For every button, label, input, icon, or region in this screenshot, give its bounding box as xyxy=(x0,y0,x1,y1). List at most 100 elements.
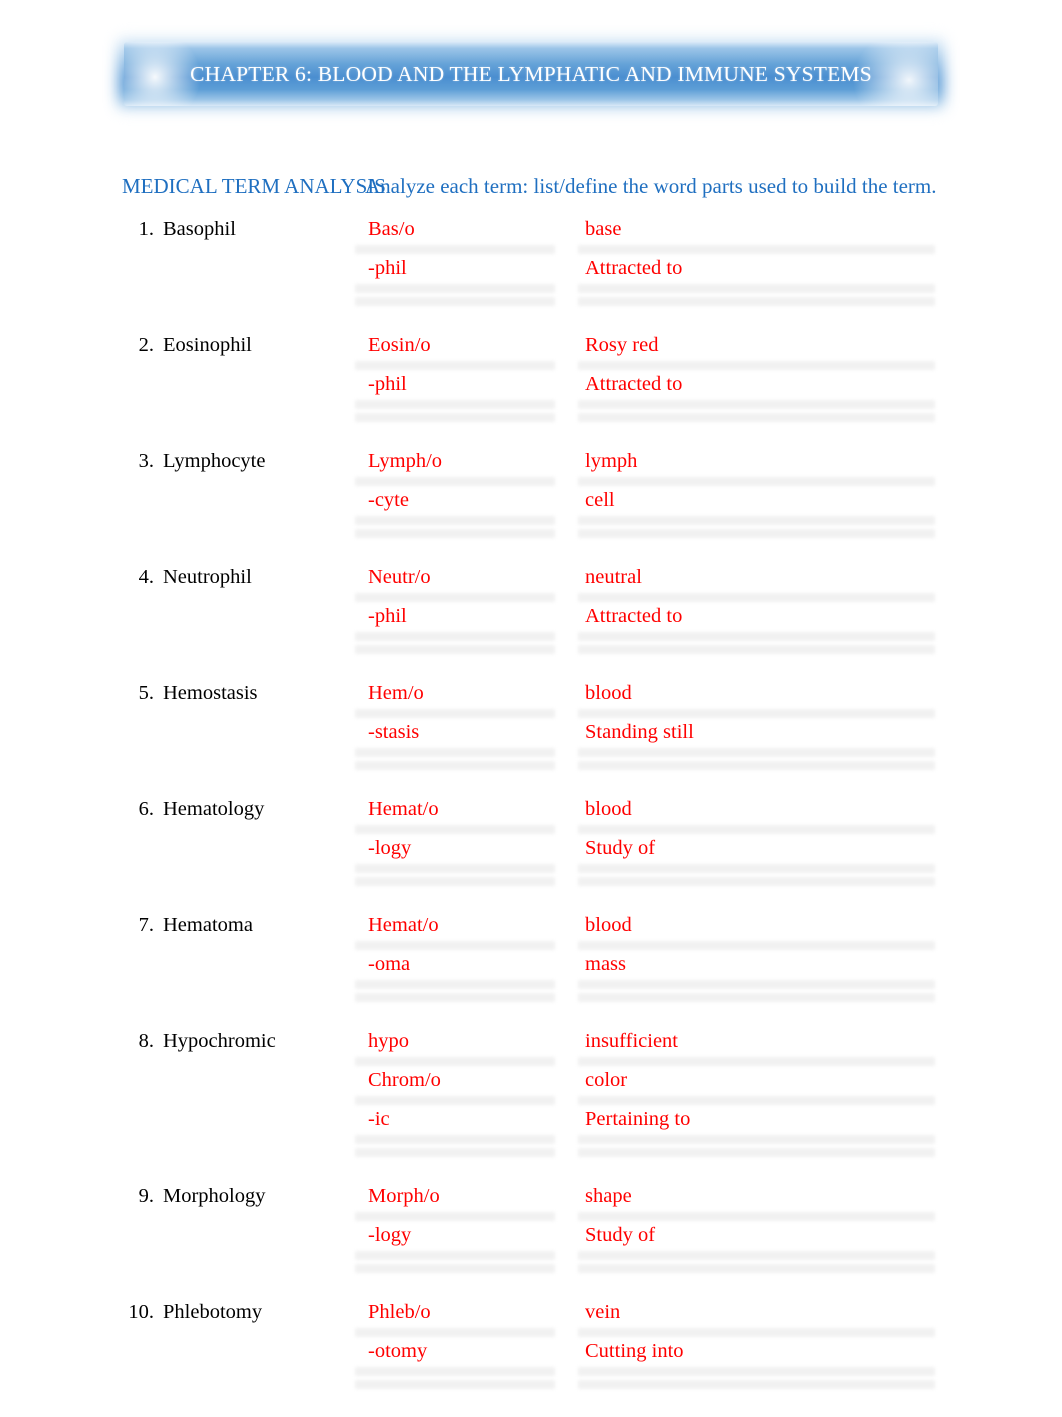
word-part-answer[interactable]: -stasis xyxy=(368,721,419,744)
word-part-answer[interactable]: Eosin/o xyxy=(368,334,431,357)
word-part-answer[interactable]: -phil xyxy=(368,605,407,628)
word-part-answer[interactable]: -logy xyxy=(368,1224,411,1247)
meaning-blank-line[interactable] xyxy=(578,593,935,602)
word-part-blank-line[interactable] xyxy=(355,1096,555,1105)
word-part-blank-line[interactable] xyxy=(355,709,555,718)
meaning-answer[interactable]: lymph xyxy=(585,450,637,473)
word-part-blank-line[interactable] xyxy=(355,361,555,370)
meaning-answer[interactable]: base xyxy=(585,218,621,241)
word-part-blank-line[interactable] xyxy=(355,1212,555,1221)
word-part-blank-line[interactable] xyxy=(355,516,555,525)
word-part-answer[interactable]: -phil xyxy=(368,373,407,396)
word-part-answer[interactable]: -otomy xyxy=(368,1340,427,1363)
word-part-blank-line[interactable] xyxy=(355,632,555,641)
meaning-blank-line[interactable] xyxy=(578,709,935,718)
meaning-blank-line[interactable] xyxy=(578,413,935,422)
word-part-answer[interactable]: Phleb/o xyxy=(368,1301,431,1324)
meaning-answer[interactable]: Attracted to xyxy=(585,373,682,396)
meaning-blank-line[interactable] xyxy=(578,632,935,641)
word-part-blank-line[interactable] xyxy=(355,1251,555,1260)
meaning-blank-line[interactable] xyxy=(578,516,935,525)
word-part-blank-line[interactable] xyxy=(355,297,555,306)
word-part-blank-line[interactable] xyxy=(355,245,555,254)
word-part-blank-line[interactable] xyxy=(355,1367,555,1376)
word-part-blank-line[interactable] xyxy=(355,980,555,989)
meaning-answer[interactable]: Cutting into xyxy=(585,1340,684,1363)
word-part-blank-line[interactable] xyxy=(355,593,555,602)
meaning-answer[interactable]: cell xyxy=(585,489,615,512)
word-part-answer[interactable]: Hemat/o xyxy=(368,798,439,821)
word-part-blank-line[interactable] xyxy=(355,1057,555,1066)
meaning-answer[interactable]: Study of xyxy=(585,837,655,860)
meaning-answer[interactable]: Pertaining to xyxy=(585,1108,690,1131)
meaning-blank-line[interactable] xyxy=(578,245,935,254)
word-part-answer[interactable]: -oma xyxy=(368,953,410,976)
word-part-blank-line[interactable] xyxy=(355,1148,555,1157)
word-part-answer[interactable]: Chrom/o xyxy=(368,1069,441,1092)
meaning-blank-line[interactable] xyxy=(578,1212,935,1221)
word-part-blank-line[interactable] xyxy=(355,993,555,1002)
meaning-answer[interactable]: color xyxy=(585,1069,627,1092)
meaning-blank-line[interactable] xyxy=(578,1096,935,1105)
word-part-blank-line[interactable] xyxy=(355,645,555,654)
word-part-blank-line[interactable] xyxy=(355,1380,555,1389)
word-part-blank-line[interactable] xyxy=(355,825,555,834)
meaning-blank-line[interactable] xyxy=(578,297,935,306)
word-part-answer[interactable]: Neutr/o xyxy=(368,566,431,589)
meaning-answer[interactable]: Rosy red xyxy=(585,334,658,357)
meaning-blank-line[interactable] xyxy=(578,1057,935,1066)
word-part-blank-line[interactable] xyxy=(355,529,555,538)
meaning-blank-line[interactable] xyxy=(578,529,935,538)
meaning-blank-line[interactable] xyxy=(578,864,935,873)
meaning-answer[interactable]: Attracted to xyxy=(585,605,682,628)
meaning-answer[interactable]: blood xyxy=(585,914,632,937)
word-part-answer[interactable]: -ic xyxy=(368,1108,390,1131)
meaning-blank-line[interactable] xyxy=(578,993,935,1002)
word-part-blank-line[interactable] xyxy=(355,761,555,770)
meaning-blank-line[interactable] xyxy=(578,645,935,654)
word-part-answer[interactable]: -logy xyxy=(368,837,411,860)
meaning-blank-line[interactable] xyxy=(578,284,935,293)
meaning-blank-line[interactable] xyxy=(578,1135,935,1144)
meaning-blank-line[interactable] xyxy=(578,941,935,950)
meaning-answer[interactable]: insufficient xyxy=(585,1030,678,1053)
meaning-blank-line[interactable] xyxy=(578,361,935,370)
word-part-answer[interactable]: Lymph/o xyxy=(368,450,442,473)
meaning-answer[interactable]: blood xyxy=(585,682,632,705)
meaning-blank-line[interactable] xyxy=(578,980,935,989)
meaning-blank-line[interactable] xyxy=(578,1148,935,1157)
meaning-answer[interactable]: Attracted to xyxy=(585,257,682,280)
meaning-answer[interactable]: mass xyxy=(585,953,626,976)
word-part-answer[interactable]: hypo xyxy=(368,1030,409,1053)
meaning-blank-line[interactable] xyxy=(578,1251,935,1260)
meaning-answer[interactable]: Study of xyxy=(585,1224,655,1247)
word-part-blank-line[interactable] xyxy=(355,413,555,422)
word-part-blank-line[interactable] xyxy=(355,400,555,409)
meaning-answer[interactable]: vein xyxy=(585,1301,620,1324)
word-part-blank-line[interactable] xyxy=(355,284,555,293)
word-part-answer[interactable]: -phil xyxy=(368,257,407,280)
word-part-answer[interactable]: Morph/o xyxy=(368,1185,440,1208)
meaning-blank-line[interactable] xyxy=(578,825,935,834)
meaning-blank-line[interactable] xyxy=(578,761,935,770)
word-part-blank-line[interactable] xyxy=(355,748,555,757)
meaning-blank-line[interactable] xyxy=(578,877,935,886)
word-part-answer[interactable]: Bas/o xyxy=(368,218,415,241)
word-part-blank-line[interactable] xyxy=(355,877,555,886)
meaning-answer[interactable]: blood xyxy=(585,798,632,821)
word-part-answer[interactable]: -cyte xyxy=(368,489,409,512)
word-part-answer[interactable]: Hemat/o xyxy=(368,914,439,937)
meaning-blank-line[interactable] xyxy=(578,400,935,409)
word-part-answer[interactable]: Hem/o xyxy=(368,682,424,705)
meaning-blank-line[interactable] xyxy=(578,1380,935,1389)
word-part-blank-line[interactable] xyxy=(355,1135,555,1144)
word-part-blank-line[interactable] xyxy=(355,864,555,873)
word-part-blank-line[interactable] xyxy=(355,1328,555,1337)
word-part-blank-line[interactable] xyxy=(355,941,555,950)
meaning-blank-line[interactable] xyxy=(578,1264,935,1273)
meaning-blank-line[interactable] xyxy=(578,477,935,486)
meaning-answer[interactable]: neutral xyxy=(585,566,642,589)
meaning-blank-line[interactable] xyxy=(578,1367,935,1376)
meaning-blank-line[interactable] xyxy=(578,748,935,757)
meaning-answer[interactable]: shape xyxy=(585,1185,632,1208)
